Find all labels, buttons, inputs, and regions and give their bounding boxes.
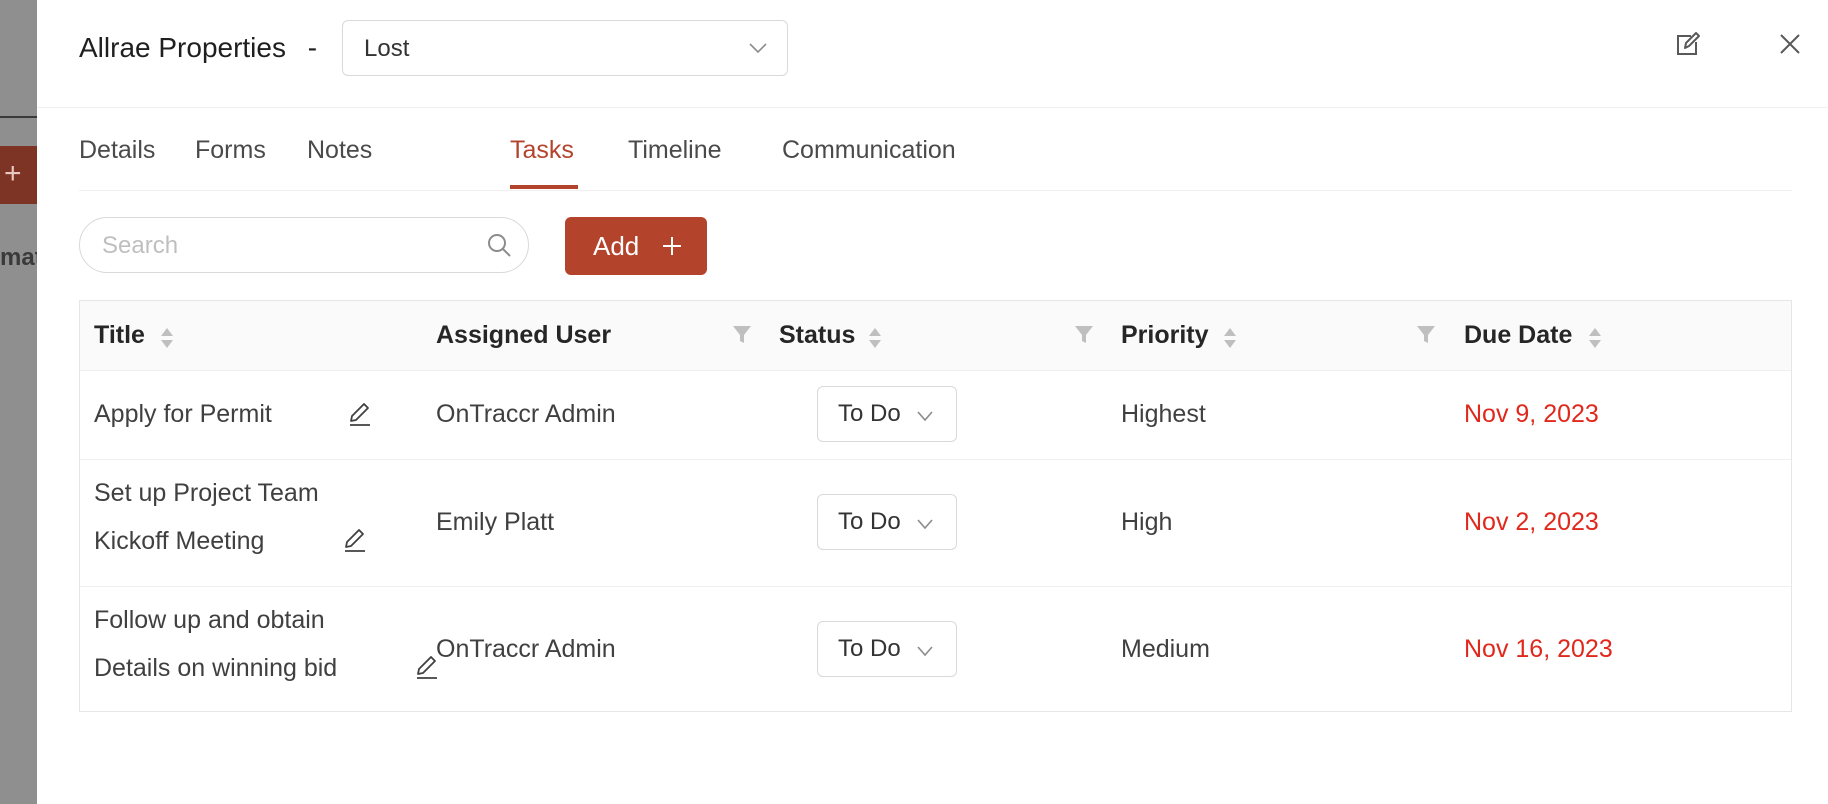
tab-bar: Details Forms Notes Tasks Timeline Commu… bbox=[79, 107, 1792, 191]
stage-select[interactable]: Lost bbox=[342, 20, 788, 76]
task-title: Apply for Permit bbox=[94, 400, 272, 428]
project-name: Allrae Properties bbox=[79, 32, 286, 63]
add-button-label: Add bbox=[593, 231, 640, 261]
column-due-date[interactable]: Due Date bbox=[1464, 321, 1572, 350]
chevron-down-icon bbox=[917, 646, 933, 657]
priority: High bbox=[1121, 508, 1173, 536]
status-select-value: To Do bbox=[838, 508, 901, 535]
stage-select-value: Lost bbox=[364, 35, 410, 62]
edit-pencil-icon[interactable] bbox=[347, 401, 373, 427]
assigned-user: OnTraccr Admin bbox=[436, 400, 616, 428]
task-title: Details on winning bid bbox=[94, 654, 338, 682]
status-select[interactable]: To Do bbox=[817, 494, 957, 550]
title-separator: - bbox=[307, 32, 318, 63]
chevron-down-icon bbox=[917, 411, 933, 422]
status-select-value: To Do bbox=[838, 400, 901, 427]
tab-forms[interactable]: Forms bbox=[195, 136, 266, 165]
sort-icon[interactable] bbox=[160, 327, 174, 349]
column-title[interactable]: Title bbox=[94, 321, 145, 350]
close-icon[interactable] bbox=[1772, 26, 1808, 62]
column-priority[interactable]: Priority bbox=[1121, 321, 1209, 350]
tab-details[interactable]: Details bbox=[79, 136, 155, 165]
priority: Medium bbox=[1121, 635, 1210, 663]
task-title: Set up Project Team bbox=[94, 479, 319, 507]
table-row: Apply for Permit OnTraccr Admin To Do Hi… bbox=[80, 371, 1791, 460]
search-input[interactable] bbox=[100, 230, 464, 262]
priority: Highest bbox=[1121, 400, 1206, 428]
search-icon[interactable] bbox=[486, 232, 512, 258]
status-select-value: To Do bbox=[838, 635, 901, 662]
column-assigned-user: Assigned User bbox=[436, 321, 612, 349]
table-row: Set up Project Team Kickoff Meeting Emil… bbox=[80, 459, 1791, 587]
sort-icon[interactable] bbox=[1223, 327, 1237, 349]
tab-tasks[interactable]: Tasks bbox=[510, 136, 574, 165]
edit-icon[interactable] bbox=[1669, 26, 1705, 62]
due-date: Nov 2, 2023 bbox=[1464, 508, 1599, 536]
filter-icon[interactable] bbox=[732, 325, 752, 345]
tab-timeline[interactable]: Timeline bbox=[628, 136, 722, 165]
task-drawer: Allrae Properties - Lost Details Forms N… bbox=[37, 0, 1828, 804]
edit-pencil-icon[interactable] bbox=[342, 527, 368, 553]
background-add-button: + bbox=[0, 146, 40, 204]
drawer-header: Allrae Properties - Lost bbox=[37, 0, 1828, 108]
active-tab-indicator bbox=[510, 185, 578, 189]
column-status[interactable]: Status bbox=[779, 321, 855, 350]
tasks-table: Title Assigned User Status Priority Due … bbox=[79, 300, 1792, 712]
sort-icon[interactable] bbox=[868, 327, 882, 349]
filter-icon[interactable] bbox=[1074, 325, 1094, 345]
status-select[interactable]: To Do bbox=[817, 386, 957, 442]
task-title: Kickoff Meeting bbox=[94, 527, 265, 555]
assigned-user: OnTraccr Admin bbox=[436, 635, 616, 663]
background-divider bbox=[0, 116, 40, 118]
due-date: Nov 9, 2023 bbox=[1464, 400, 1599, 428]
background-app: + mat bbox=[0, 0, 40, 804]
chevron-down-icon bbox=[917, 519, 933, 530]
tab-notes[interactable]: Notes bbox=[307, 136, 372, 165]
task-title: Follow up and obtain bbox=[94, 606, 325, 634]
table-header: Title Assigned User Status Priority Due … bbox=[80, 301, 1791, 371]
plus-icon bbox=[663, 237, 681, 255]
filter-icon[interactable] bbox=[1416, 325, 1436, 345]
assigned-user: Emily Platt bbox=[436, 508, 555, 536]
table-row: Follow up and obtain Details on winning … bbox=[80, 586, 1791, 712]
add-task-button[interactable]: Add bbox=[565, 217, 707, 275]
due-date: Nov 16, 2023 bbox=[1464, 635, 1613, 663]
drawer-title: Allrae Properties - bbox=[79, 32, 317, 64]
background-text: mat bbox=[0, 244, 40, 271]
search-box bbox=[79, 217, 529, 273]
tab-communication[interactable]: Communication bbox=[782, 136, 956, 165]
sort-icon[interactable] bbox=[1588, 327, 1602, 349]
chevron-down-icon bbox=[749, 43, 767, 54]
status-select[interactable]: To Do bbox=[817, 621, 957, 677]
